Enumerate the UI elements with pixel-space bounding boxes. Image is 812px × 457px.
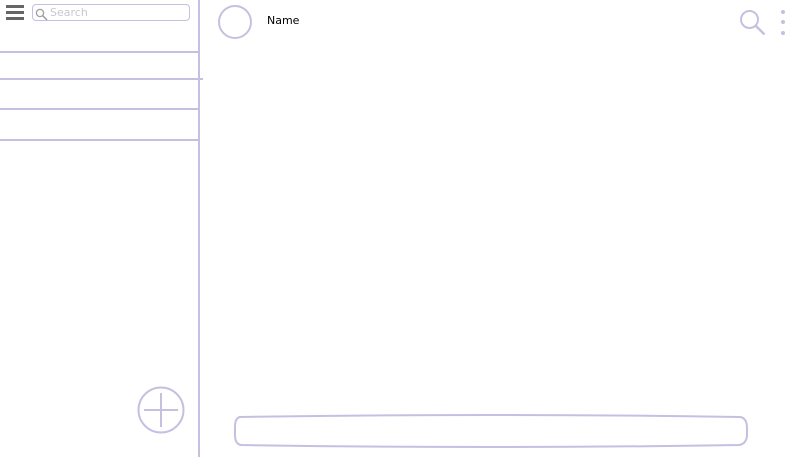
more-options-icon[interactable] (780, 9, 786, 37)
search-icon (35, 6, 48, 21)
circle-plus-icon (137, 386, 185, 434)
sidebar (0, 0, 203, 457)
list-item[interactable] (0, 110, 198, 138)
contact-name: Name (267, 14, 300, 27)
sidebar-divider (198, 0, 200, 457)
message-composer[interactable] (234, 414, 748, 448)
list-item[interactable] (0, 80, 198, 108)
message-input[interactable] (240, 420, 740, 442)
hamburger-menu-icon[interactable] (6, 5, 24, 21)
search-input[interactable] (50, 5, 186, 19)
add-chat-button[interactable] (137, 386, 185, 434)
search-icon[interactable] (739, 9, 766, 36)
list-divider (0, 139, 198, 141)
list-item[interactable] (0, 53, 198, 81)
avatar[interactable] (218, 5, 252, 39)
sidebar-search-box[interactable] (32, 4, 190, 21)
